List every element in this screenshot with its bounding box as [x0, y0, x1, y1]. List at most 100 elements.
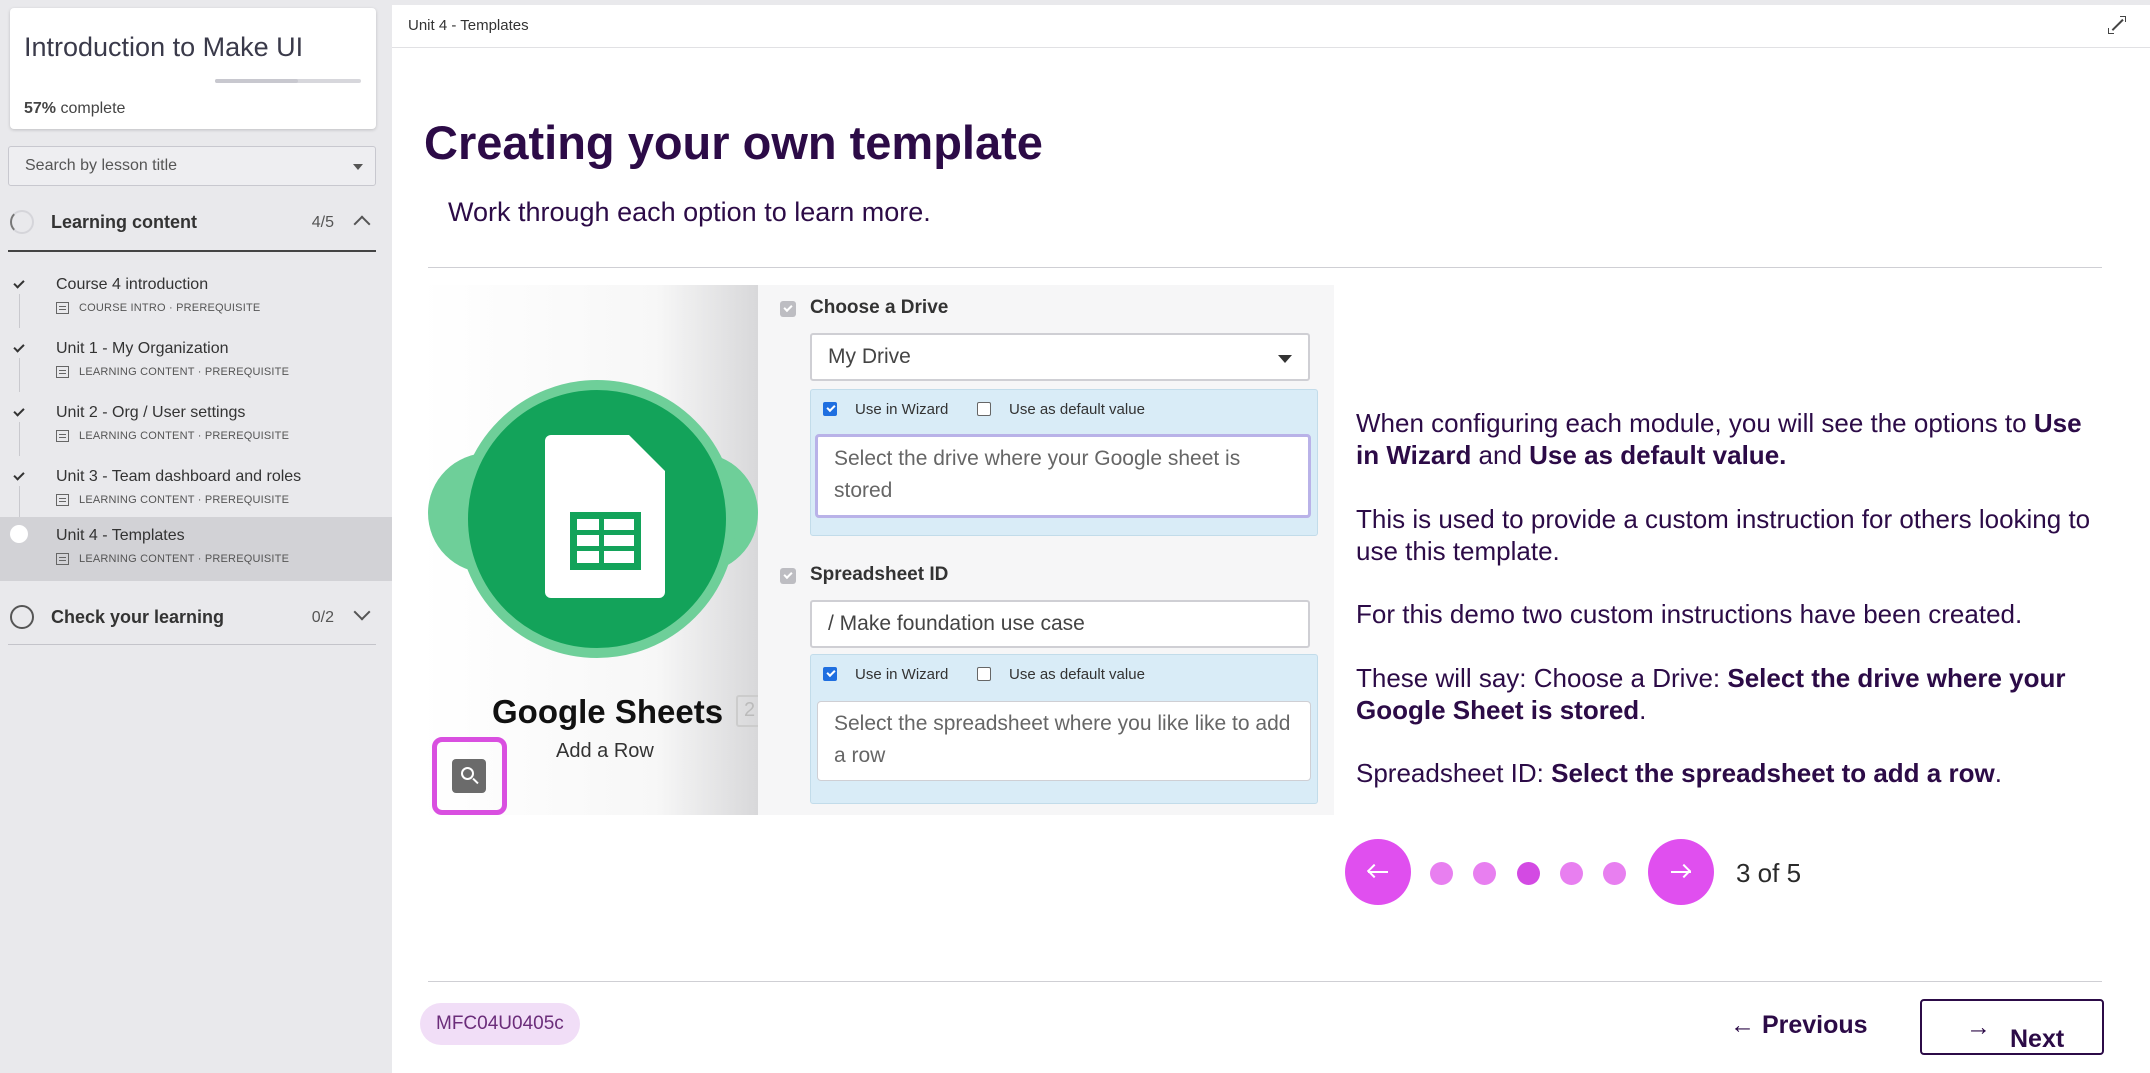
instruction-textarea: Select the spreadsheet where you like li…	[817, 701, 1311, 781]
check-icon	[13, 277, 25, 289]
carousel-dot[interactable]	[1603, 862, 1626, 885]
field-title: Spreadsheet ID	[810, 564, 949, 585]
caret-down-icon	[353, 164, 363, 170]
lesson-item[interactable]: Unit 3 - Team dashboard and roles LEARNI…	[0, 456, 392, 520]
carousel-dot[interactable]	[1560, 862, 1583, 885]
progress-ring-icon	[10, 210, 34, 234]
carousel-dot-current[interactable]	[1517, 862, 1540, 885]
next-label: Next	[2010, 1025, 2065, 1053]
previous-button[interactable]: ← Previous	[1730, 1011, 1868, 1040]
chevron-down-icon	[353, 603, 371, 621]
module-settings-form: Choose a Drive My Drive Use in Wizard Us…	[758, 285, 1334, 815]
lesson-code-badge: MFC04U0405c	[420, 1003, 580, 1045]
lesson-item[interactable]: Course 4 introduction COURSE INTRO · PRE…	[0, 264, 392, 328]
google-sheets-icon	[545, 435, 665, 598]
collapse-checkbox-icon	[780, 568, 796, 584]
lesson-item[interactable]: Unit 1 - My Organization LEARNING CONTEN…	[0, 328, 392, 392]
progress-percent: 57%	[24, 100, 57, 117]
drive-select: My Drive	[810, 333, 1310, 381]
slides-icon	[56, 366, 69, 378]
search-placeholder: Search by lesson title	[25, 157, 178, 174]
carousel-counter: 3 of 5	[1736, 858, 1802, 888]
text: and	[1471, 440, 1530, 470]
timeline-line	[19, 358, 20, 392]
description-paragraph: When configuring each module, you will s…	[1356, 407, 2096, 471]
use-in-wizard-label: Use in Wizard	[855, 666, 949, 683]
section-check-your-learning[interactable]: Check your learning 0/2	[8, 595, 376, 639]
timeline-line	[19, 486, 20, 520]
spreadsheet-input-value: / Make foundation use case	[828, 612, 1085, 635]
lesson-item-current[interactable]: Unit 4 - Templates LEARNING CONTENT · PR…	[0, 517, 392, 581]
text: When configuring each module, you will s…	[1356, 408, 2034, 438]
progress-suffix: complete	[60, 100, 126, 117]
lesson-title: Unit 1 - My Organization	[56, 340, 229, 357]
use-in-wizard-checkbox	[823, 402, 837, 416]
breadcrumb: Unit 4 - Templates	[408, 17, 529, 34]
course-progress-card: Introduction to Make UI 57% complete	[10, 8, 376, 129]
collapse-checkbox-icon	[780, 301, 796, 317]
progress-bar-fill	[215, 79, 299, 83]
section-count: 4/5	[311, 214, 334, 231]
section-label: Learning content	[51, 212, 198, 232]
lesson-title: Unit 2 - Org / User settings	[56, 404, 246, 421]
next-button-text: Next →	[1966, 1013, 2065, 1053]
section-divider	[8, 644, 376, 645]
lesson-search-select[interactable]: Search by lesson title	[8, 146, 376, 186]
carousel-next-button[interactable]	[1648, 839, 1714, 905]
text: .	[1639, 695, 1647, 725]
lesson-item[interactable]: Unit 2 - Org / User settings LEARNING CO…	[0, 392, 392, 456]
use-as-default-checkbox	[977, 402, 991, 416]
lesson-meta-text: LEARNING CONTENT · PREREQUISITE	[79, 430, 290, 442]
section-learning-content[interactable]: Learning content 4/5	[8, 200, 376, 244]
top-bar: Unit 4 - Templates	[392, 5, 2150, 48]
bold-text: Use as default value.	[1529, 440, 1787, 470]
slides-icon	[56, 553, 69, 565]
module-app-name: Google Sheets	[492, 693, 724, 730]
current-lesson-dot	[10, 525, 28, 543]
progress-ring-icon	[10, 605, 34, 629]
text: Spreadsheet ID:	[1356, 758, 1552, 788]
check-icon	[13, 341, 25, 353]
section-label: Check your learning	[51, 607, 225, 627]
lesson-meta-text: COURSE INTRO · PREREQUISITE	[79, 302, 261, 314]
module-settings-illustration: Google Sheets 2 Add a Row Choose a Drive…	[420, 285, 1334, 815]
module-bubble-area: Google Sheets 2 Add a Row	[420, 285, 766, 815]
progress-bar	[215, 79, 361, 83]
lesson-meta-text: LEARNING CONTENT · PREREQUISITE	[79, 494, 290, 506]
module-action: Add a Row	[556, 740, 654, 762]
lesson-meta: LEARNING CONTENT · PREREQUISITE	[56, 366, 289, 378]
carousel-dot[interactable]	[1473, 862, 1496, 885]
lesson-meta: LEARNING CONTENT · PREREQUISITE	[56, 553, 289, 565]
spreadsheet-input: / Make foundation use case	[810, 600, 1310, 648]
text: These will say: Choose a Drive:	[1356, 663, 1728, 693]
timeline-line	[19, 422, 20, 456]
next-button[interactable]: Next →	[1920, 999, 2104, 1055]
progress-text: 57% complete	[24, 100, 125, 118]
course-sidebar: Introduction to Make UI 57% complete Sea…	[0, 0, 392, 1073]
use-as-default-label: Use as default value	[1009, 401, 1145, 418]
carousel-prev-button[interactable]	[1345, 839, 1411, 905]
lesson-title: Course 4 introduction	[56, 276, 209, 293]
expand-icon[interactable]	[2108, 16, 2126, 34]
field-title: Choose a Drive	[810, 297, 949, 318]
previous-label: Previous	[1761, 1011, 1868, 1039]
document-icon	[56, 302, 69, 314]
drive-select-value: My Drive	[828, 345, 911, 368]
section-divider	[8, 250, 376, 252]
carousel-dot[interactable]	[1430, 862, 1453, 885]
divider	[428, 267, 2102, 268]
page-subtitle: Work through each option to learn more.	[448, 197, 931, 227]
zoom-image-button[interactable]	[432, 737, 507, 815]
timeline-line	[19, 294, 20, 328]
check-icon	[13, 469, 25, 481]
divider	[428, 981, 2102, 982]
description-paragraph: Spreadsheet ID: Select the spreadsheet t…	[1356, 757, 2096, 789]
instruction-textarea: Select the drive where your Google sheet…	[815, 434, 1311, 518]
lesson-meta: LEARNING CONTENT · PREREQUISITE	[56, 494, 289, 506]
zoom-in-icon	[452, 759, 486, 793]
caret-down-icon	[1278, 355, 1292, 363]
use-as-default-label: Use as default value	[1009, 666, 1145, 683]
use-in-wizard-label: Use in Wizard	[855, 401, 949, 418]
chevron-up-icon	[353, 215, 371, 233]
lesson-content-panel: Unit 4 - Templates Creating your own tem…	[392, 5, 2150, 1073]
